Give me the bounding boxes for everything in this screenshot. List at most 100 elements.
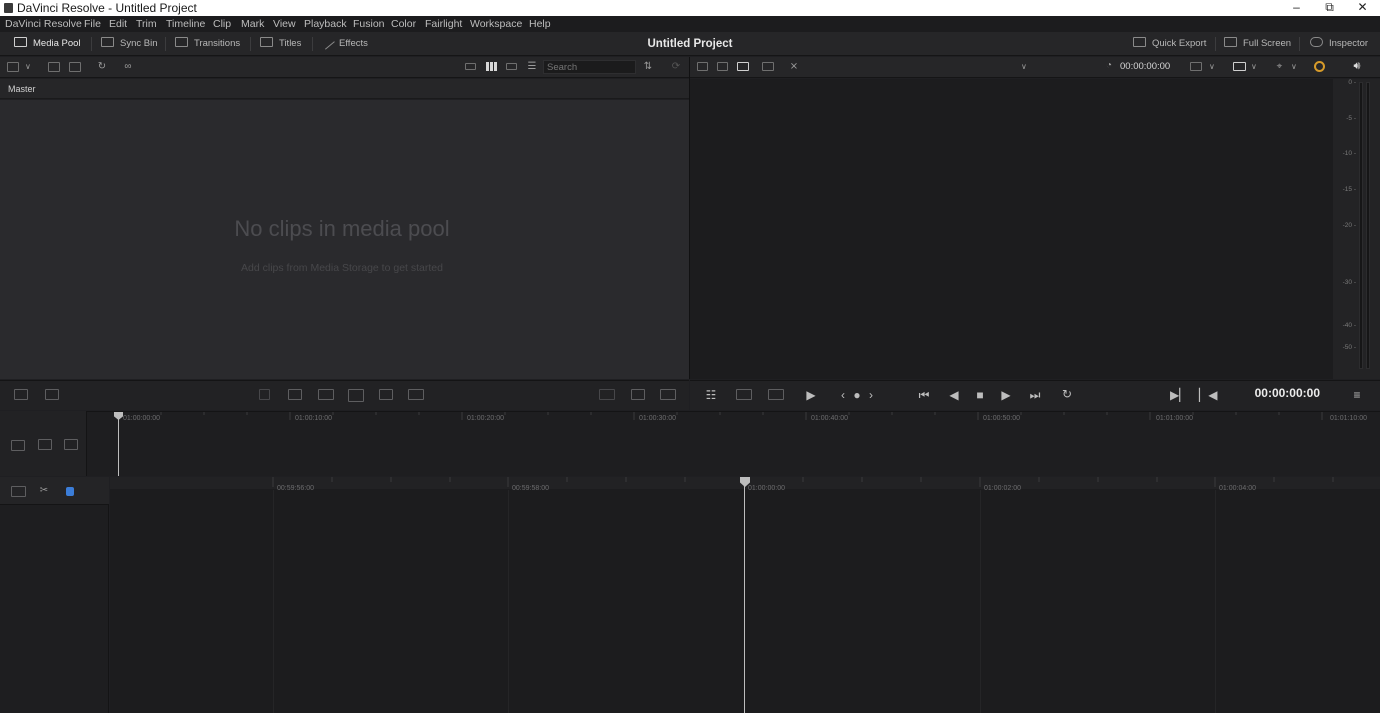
- panel-layout-icon[interactable]: [7, 62, 19, 72]
- lower-timeline-header-tools: ✂: [0, 477, 109, 505]
- go-to-start-icon[interactable]: ⏮︎: [913, 388, 935, 402]
- render-cache-icon[interactable]: [1314, 61, 1325, 72]
- marker-icon[interactable]: [631, 389, 645, 400]
- menu-edit[interactable]: Edit: [109, 17, 127, 31]
- media-pool-button[interactable]: Media Pool: [14, 36, 81, 52]
- list-view-icon[interactable]: ☰: [526, 61, 538, 73]
- trim-in-icon[interactable]: [736, 389, 752, 400]
- zoom-options-icon[interactable]: [64, 439, 78, 450]
- media-pool-panel[interactable]: No clips in media pool Add clips from Me…: [0, 100, 689, 379]
- overlay-icon[interactable]: [1233, 62, 1246, 71]
- viewer-timecode[interactable]: 00:00:00:00: [1230, 386, 1320, 400]
- search-input[interactable]: [543, 60, 636, 74]
- speaker-icon[interactable]: 🔊︎: [1350, 60, 1364, 72]
- effects-button[interactable]: Effects: [319, 34, 368, 52]
- refresh-icon[interactable]: ↻: [95, 61, 109, 73]
- full-screen-button[interactable]: Full Screen: [1224, 36, 1291, 52]
- transitions-button[interactable]: Transitions: [175, 36, 240, 52]
- source-overwrite-icon[interactable]: [408, 389, 424, 400]
- maximize-button[interactable]: ⧉: [1313, 0, 1346, 16]
- overlay-chevron-icon[interactable]: ∨: [1251, 62, 1257, 72]
- quick-export-button[interactable]: Quick Export: [1133, 36, 1206, 52]
- meter-tick: -50 -: [1342, 344, 1356, 351]
- menu-clip[interactable]: Clip: [213, 17, 231, 31]
- bin-name[interactable]: Master: [8, 84, 36, 94]
- menu-color[interactable]: Color: [391, 17, 416, 31]
- track-options-icon[interactable]: [38, 439, 52, 450]
- titles-label: Titles: [279, 38, 302, 49]
- transform-icon[interactable]: ⌖: [1273, 61, 1286, 73]
- trim-out-icon[interactable]: [768, 389, 784, 400]
- toolbar-divider: [91, 37, 92, 51]
- menu-workspace[interactable]: Workspace: [470, 17, 522, 31]
- shield-icon[interactable]: [66, 487, 74, 496]
- project-title: Untitled Project: [647, 38, 733, 50]
- viewer-menu-icon[interactable]: ≡: [1349, 388, 1365, 402]
- close-button[interactable]: ✕: [1346, 0, 1379, 16]
- link-tool-icon[interactable]: [45, 389, 59, 400]
- metadata-view-icon[interactable]: [465, 63, 476, 70]
- sync-bin-button[interactable]: Sync Bin: [101, 36, 158, 52]
- upper-playhead[interactable]: [118, 418, 119, 476]
- play-reverse-icon[interactable]: ◀: [946, 388, 962, 402]
- source-timecode[interactable]: 00:00:00:00: [1120, 61, 1170, 73]
- viewer-size-chevron-icon[interactable]: ∨: [1209, 62, 1215, 72]
- snap-tool-icon[interactable]: [14, 389, 28, 400]
- sort-icon[interactable]: ⇅: [641, 61, 655, 73]
- zoom-fit-icon[interactable]: [660, 389, 676, 400]
- minimize-button[interactable]: –: [1280, 0, 1313, 16]
- next-frame-chevron-icon[interactable]: ›: [866, 388, 876, 402]
- menu-mark[interactable]: Mark: [241, 17, 264, 31]
- menu-trim[interactable]: Trim: [136, 17, 157, 31]
- track-height-icon[interactable]: [11, 440, 25, 451]
- loop-icon[interactable]: ↻: [1057, 387, 1077, 401]
- prev-frame-chevron-icon[interactable]: ‹: [838, 388, 848, 402]
- play-range-icon[interactable]: ▶: [801, 388, 821, 402]
- new-bin-icon[interactable]: [48, 62, 60, 72]
- lower-timeline[interactable]: [110, 477, 1380, 713]
- viewer-dropdown-chevron-icon[interactable]: ∨: [1021, 62, 1027, 72]
- timeline-view-icon[interactable]: [11, 486, 26, 497]
- smart-insert-icon[interactable]: [259, 389, 270, 400]
- sync-icon[interactable]: ⟳: [669, 61, 683, 73]
- thumbnail-view-icon[interactable]: [486, 62, 497, 71]
- inspector-button[interactable]: Inspector: [1310, 36, 1368, 52]
- menu-view[interactable]: View: [273, 17, 296, 31]
- menu-playback[interactable]: Playback: [304, 17, 347, 31]
- filmstrip-view-icon[interactable]: [506, 63, 517, 70]
- close-up-icon[interactable]: [348, 389, 364, 402]
- ruler-label: 01:01:10:00: [1330, 415, 1367, 422]
- flag-icon[interactable]: [599, 389, 615, 400]
- menu-timeline[interactable]: Timeline: [166, 17, 205, 31]
- stop-icon[interactable]: ■: [972, 388, 988, 402]
- viewer-size-icon[interactable]: [1190, 62, 1202, 71]
- jog-dot-icon[interactable]: ●: [851, 388, 863, 402]
- audio-trim-icon[interactable]: ⨯: [788, 61, 800, 73]
- append-icon[interactable]: [288, 389, 302, 400]
- link-icon[interactable]: ∞: [121, 61, 135, 73]
- clip-mode-icon[interactable]: [717, 62, 728, 71]
- go-to-end-icon[interactable]: ⏭︎: [1024, 388, 1046, 402]
- mark-in-icon[interactable]: ▶▏: [1170, 388, 1188, 402]
- timeline-mode-icon[interactable]: [737, 62, 749, 71]
- transform-chevron-icon[interactable]: ∨: [1291, 62, 1297, 72]
- source-mode-icon[interactable]: [697, 62, 708, 71]
- titles-button[interactable]: Titles: [260, 36, 301, 52]
- chevron-down-icon[interactable]: ∨: [25, 62, 31, 72]
- menu-help[interactable]: Help: [529, 17, 551, 31]
- lower-playhead[interactable]: [744, 486, 745, 713]
- play-icon[interactable]: ▶: [998, 388, 1014, 402]
- blade-icon[interactable]: ✂: [38, 485, 50, 497]
- ripple-overwrite-icon[interactable]: [318, 389, 334, 400]
- edit-tools-bar: [0, 380, 689, 410]
- timeline-viewer[interactable]: [690, 79, 1333, 379]
- menu-davinci-resolve[interactable]: DaVinci Resolve: [5, 17, 82, 31]
- new-smart-bin-icon[interactable]: [69, 62, 81, 72]
- mark-out-icon[interactable]: ▏◀: [1199, 388, 1217, 402]
- multicam-icon[interactable]: [762, 62, 774, 71]
- menu-file[interactable]: File: [84, 17, 101, 31]
- place-on-top-icon[interactable]: [379, 389, 393, 400]
- menu-fairlight[interactable]: Fairlight: [425, 17, 462, 31]
- timeline-options-icon[interactable]: ☷: [703, 388, 719, 402]
- menu-fusion[interactable]: Fusion: [353, 17, 385, 31]
